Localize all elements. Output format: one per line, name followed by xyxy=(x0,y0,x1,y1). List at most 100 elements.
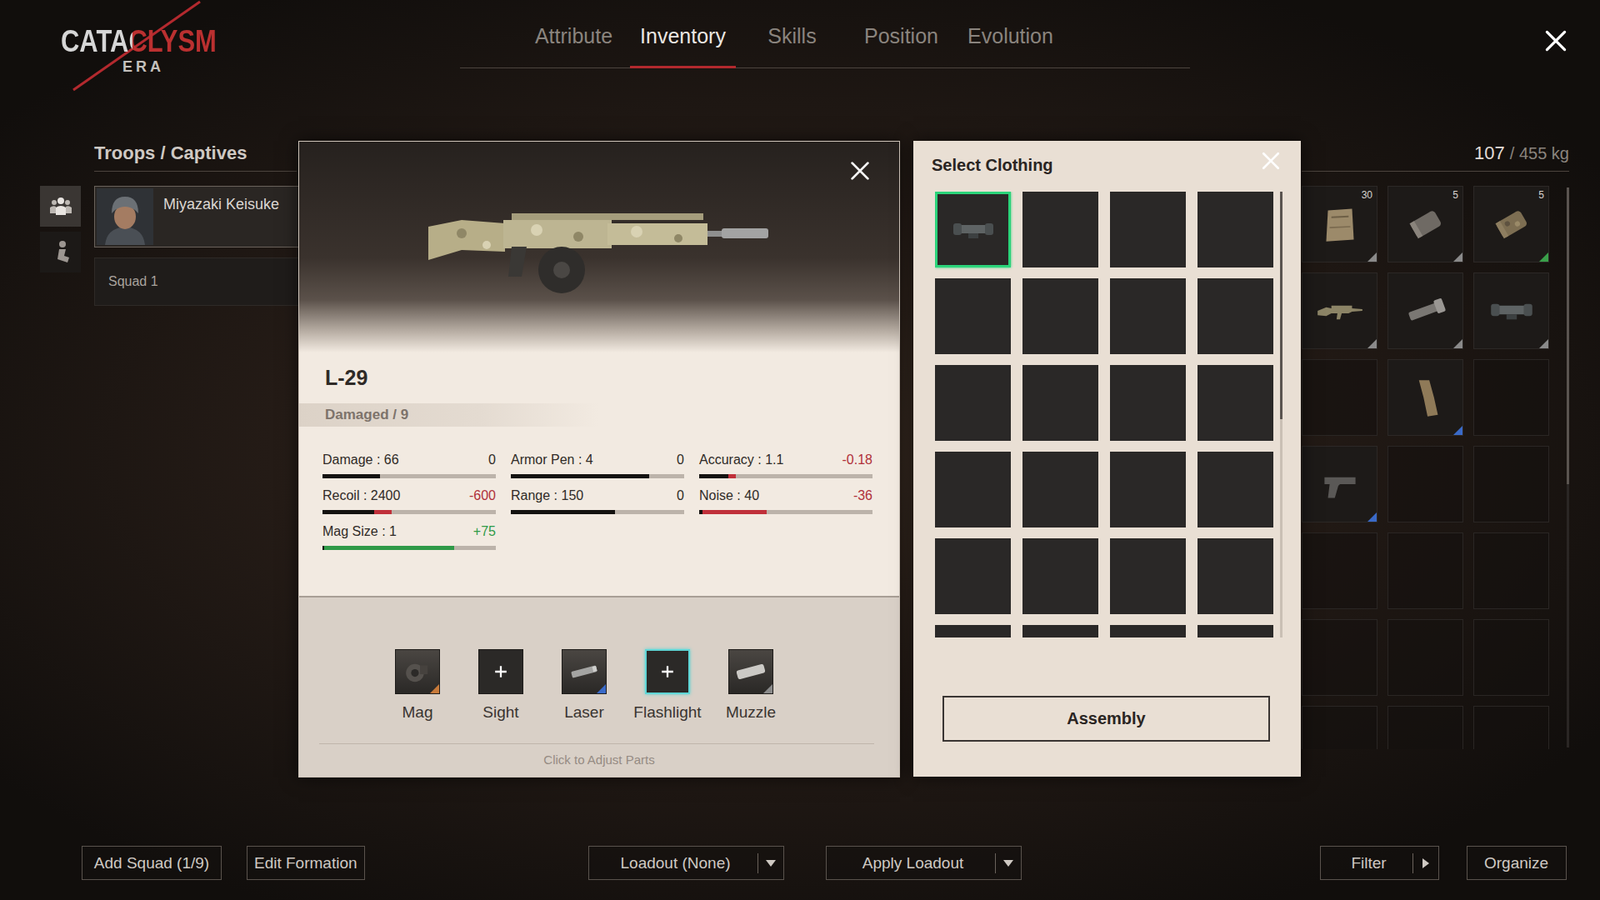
clothing-slot[interactable] xyxy=(935,365,1011,441)
clothing-slot[interactable] xyxy=(1197,191,1274,268)
tab-label: Position xyxy=(864,24,939,48)
clothing-viewport xyxy=(935,191,1285,638)
squad-row[interactable]: Squad 1 xyxy=(94,257,301,306)
scroll-thumb[interactable] xyxy=(1566,187,1570,485)
inventory-slot[interactable] xyxy=(1473,272,1550,350)
inventory-slot[interactable] xyxy=(1473,445,1550,523)
add-squad-button-label: Add Squad (1/9) xyxy=(94,854,210,873)
clothing-slot[interactable] xyxy=(1022,451,1099,528)
tab[interactable]: Attribute xyxy=(519,0,629,68)
rarity-corner xyxy=(1453,252,1463,262)
clothing-slot[interactable] xyxy=(1110,191,1186,268)
filter-button[interactable]: Filter xyxy=(1320,845,1440,880)
part-box[interactable] xyxy=(728,649,774,695)
inventory-slot[interactable] xyxy=(1473,619,1550,696)
assembly-button[interactable]: Assembly xyxy=(942,695,1270,742)
part-slot[interactable]: Sight xyxy=(459,649,543,722)
stat-bar xyxy=(322,545,496,550)
inventory-slot[interactable] xyxy=(1301,445,1378,523)
inventory-slot[interactable]: 30 xyxy=(1301,185,1378,263)
clothing-scrollbar[interactable] xyxy=(1280,191,1283,638)
clothing-slot[interactable] xyxy=(1022,365,1099,441)
tab[interactable]: Evolution xyxy=(955,0,1065,68)
add-squad-button[interactable]: Add Squad (1/9) xyxy=(81,845,222,880)
tab[interactable]: Inventory xyxy=(628,0,738,68)
part-slot[interactable]: Mag xyxy=(375,649,460,722)
inventory-scrollbar[interactable] xyxy=(1566,187,1570,748)
part-slot[interactable]: Laser xyxy=(542,649,626,722)
clothing-slot[interactable] xyxy=(935,451,1011,528)
inventory-slot[interactable] xyxy=(1301,532,1378,610)
scroll-thumb[interactable] xyxy=(1280,191,1283,420)
mode-button[interactable] xyxy=(40,185,81,227)
mode-button[interactable] xyxy=(40,231,81,273)
inventory-slot[interactable] xyxy=(1301,619,1378,696)
loadout-dropdown[interactable]: Loadout (None) xyxy=(588,845,785,880)
inventory-slot[interactable] xyxy=(1387,359,1464,436)
clothing-slot[interactable] xyxy=(1110,625,1186,638)
part-box[interactable] xyxy=(478,649,524,695)
tab[interactable]: Skills xyxy=(737,0,847,68)
part-slot[interactable]: Muzzle xyxy=(709,649,793,722)
close-icon[interactable] xyxy=(847,158,873,184)
edit-formation-button[interactable]: Edit Formation xyxy=(246,845,365,880)
stat: Armor Pen : 40 xyxy=(510,450,685,479)
troop-card[interactable]: Miyazaki Keisuke xyxy=(94,185,301,248)
clothing-grid xyxy=(935,191,1285,638)
close-icon[interactable] xyxy=(1541,26,1570,55)
inventory-slot[interactable] xyxy=(1387,532,1464,610)
inventory-slot[interactable] xyxy=(1301,272,1378,350)
mode-switcher xyxy=(40,185,81,306)
clothing-slot[interactable] xyxy=(1022,191,1099,268)
clothing-slot[interactable] xyxy=(1022,625,1099,638)
canister_camo-icon xyxy=(1485,198,1538,250)
scope-icon xyxy=(948,205,999,255)
inventory-slot[interactable]: 5 xyxy=(1473,185,1550,263)
inventory-slot[interactable] xyxy=(1387,445,1464,523)
inventory-slot[interactable] xyxy=(1473,359,1550,436)
sidebar-body: Miyazaki Keisuke Squad 1 xyxy=(40,185,309,306)
apply-loadout-button[interactable]: Apply Loadout xyxy=(825,845,1022,880)
parts-row: MagSightLaserFlashlight Muzzle xyxy=(299,649,900,722)
clothing-slot[interactable] xyxy=(1197,278,1274,355)
part-box[interactable] xyxy=(395,649,440,695)
clothing-slot[interactable] xyxy=(1022,538,1099,615)
stat-row: Armor Pen : 40 xyxy=(510,450,685,470)
rarity-corner xyxy=(430,684,440,694)
empty-slot xyxy=(969,485,978,495)
clothing-slot[interactable] xyxy=(1110,278,1186,355)
clothing-slot[interactable] xyxy=(1197,538,1274,615)
inventory-slot[interactable] xyxy=(1473,705,1550,750)
part-slot[interactable]: Flashlight xyxy=(625,649,710,722)
clothing-slot[interactable] xyxy=(1110,451,1186,528)
inventory-slot[interactable] xyxy=(1301,359,1378,436)
clothing-slot[interactable] xyxy=(1110,538,1186,615)
inventory-slot[interactable] xyxy=(1387,272,1464,350)
inventory-slot[interactable] xyxy=(1387,705,1464,750)
empty-slot xyxy=(1056,572,1065,581)
clothing-slot[interactable] xyxy=(935,191,1011,268)
clothing-slot[interactable] xyxy=(1110,365,1186,441)
game-logo: CATACLYSMERA xyxy=(0,0,460,92)
close-icon[interactable] xyxy=(1259,149,1283,173)
inventory-slot[interactable] xyxy=(1301,705,1378,750)
part-label: Muzzle xyxy=(725,702,776,722)
stat-bar xyxy=(510,474,685,479)
clothing-slot[interactable] xyxy=(935,625,1011,638)
clothing-slot[interactable] xyxy=(1197,451,1274,528)
tab[interactable]: Position xyxy=(846,0,956,68)
part-box[interactable] xyxy=(561,649,607,695)
clothing-slot[interactable] xyxy=(1197,625,1274,638)
clothing-slot[interactable] xyxy=(1022,278,1099,355)
part-box[interactable] xyxy=(645,649,690,695)
inventory-slot[interactable]: 5 xyxy=(1387,185,1464,263)
flashlight-icon xyxy=(1400,285,1452,337)
apply-loadout-button-label: Apply Loadout xyxy=(836,854,995,873)
inventory-slot[interactable] xyxy=(1387,619,1464,696)
inventory-slot[interactable] xyxy=(1473,532,1550,610)
clothing-slot[interactable] xyxy=(1197,365,1274,441)
stat: Accuracy : 1.1-0.18 xyxy=(699,450,873,479)
clothing-slot[interactable] xyxy=(935,538,1011,615)
organize-button[interactable]: Organize xyxy=(1466,845,1567,880)
clothing-slot[interactable] xyxy=(935,278,1011,355)
